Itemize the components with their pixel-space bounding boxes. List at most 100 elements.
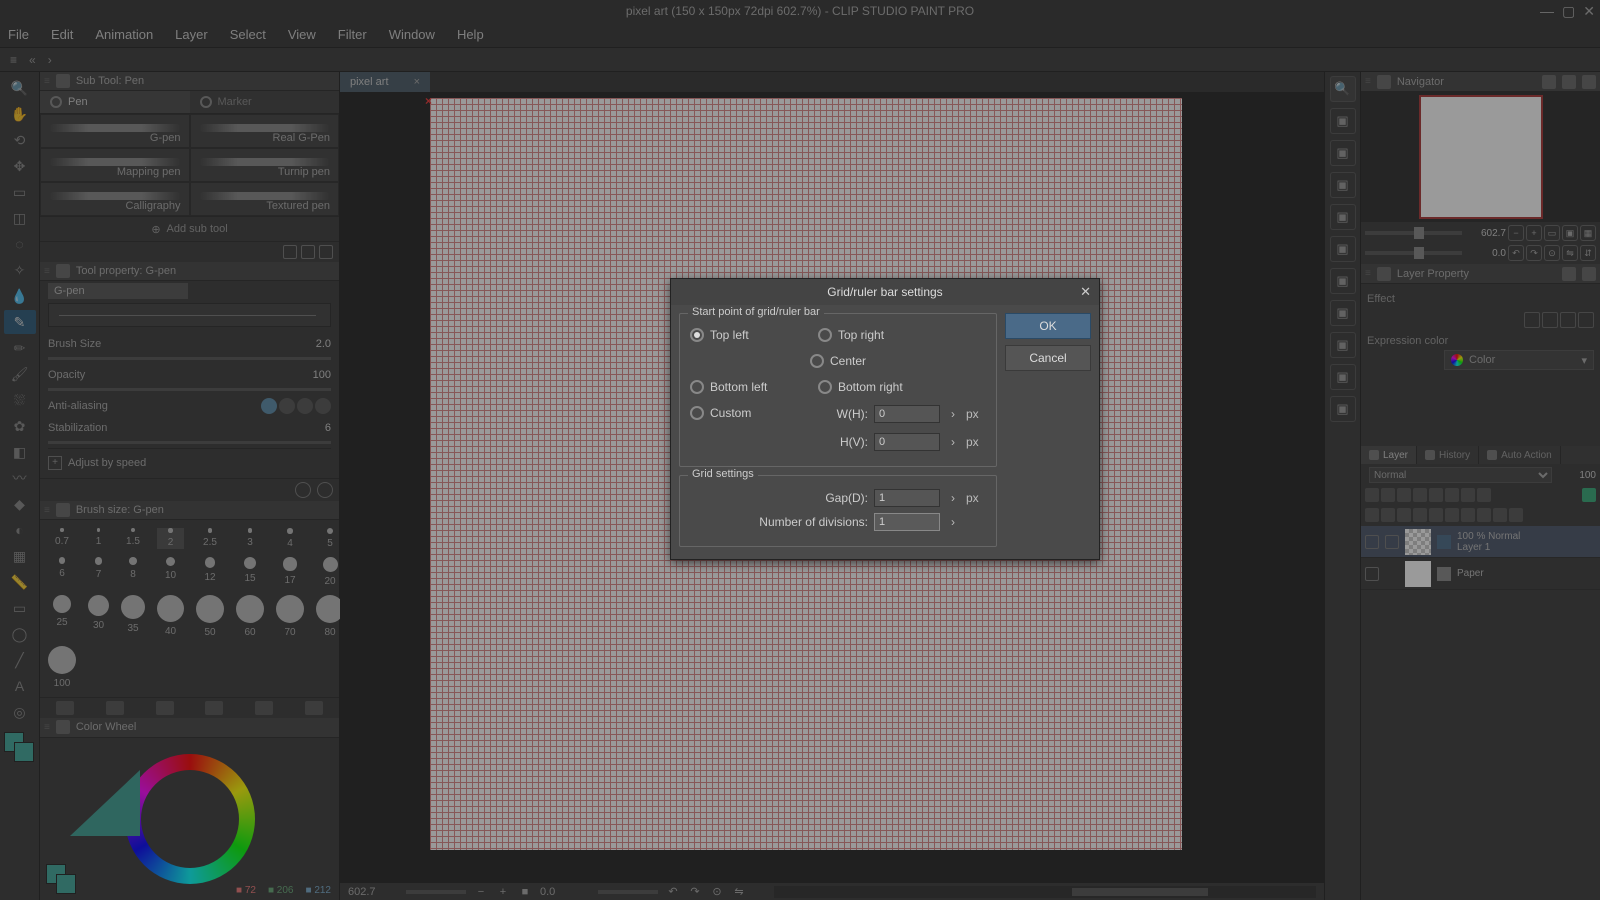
quickaccess-search-icon[interactable]: 🔍 bbox=[1330, 76, 1356, 102]
rp-icon-2[interactable]: ▣ bbox=[1330, 140, 1356, 166]
maximize-icon[interactable]: ▢ bbox=[1562, 3, 1575, 20]
brush-size-35[interactable]: 35 bbox=[121, 595, 145, 638]
radio-top-left[interactable]: Top left bbox=[690, 324, 818, 346]
zoom-slider[interactable] bbox=[406, 890, 466, 894]
lc2-ic10[interactable] bbox=[1509, 508, 1523, 522]
reset-rotation-icon[interactable]: ⊙ bbox=[710, 885, 724, 899]
radio-center[interactable]: Center bbox=[690, 350, 986, 372]
stabilization-value[interactable]: 6 bbox=[325, 422, 331, 434]
ruler-tool-icon[interactable]: 📏 bbox=[4, 570, 36, 594]
operation-tool-icon[interactable]: ▭ bbox=[4, 180, 36, 204]
rp-icon-9[interactable]: ▣ bbox=[1330, 364, 1356, 390]
brush-size-12[interactable]: 12 bbox=[196, 557, 224, 587]
frame-tool-icon[interactable]: ▦ bbox=[4, 544, 36, 568]
lock-icon[interactable] bbox=[1385, 535, 1399, 549]
brush-size-50[interactable]: 50 bbox=[196, 595, 224, 638]
rp-icon-1[interactable]: ▣ bbox=[1330, 108, 1356, 134]
lp-eff-3[interactable] bbox=[1560, 312, 1576, 328]
menu-view[interactable]: View bbox=[288, 27, 316, 42]
nav-zoom-in-icon[interactable]: + bbox=[1526, 225, 1542, 241]
subtool-realgpen[interactable]: Real G-Pen bbox=[190, 114, 340, 148]
lc-ic6[interactable] bbox=[1445, 488, 1459, 502]
subtool-panel-header[interactable]: ≡ Sub Tool: Pen bbox=[40, 72, 339, 91]
nav-rot-ccw-icon[interactable]: ↶ bbox=[1508, 245, 1524, 261]
angle-slider[interactable] bbox=[598, 890, 658, 894]
layer-item-paper[interactable]: Paper bbox=[1361, 558, 1600, 590]
zoom-out-icon[interactable]: − bbox=[474, 885, 488, 899]
nav-zoom-out-icon[interactable]: − bbox=[1508, 225, 1524, 241]
panel-collapse-left-icon[interactable]: ≡ bbox=[6, 53, 21, 67]
menu-file[interactable]: File bbox=[8, 27, 29, 42]
lc-ic7[interactable] bbox=[1461, 488, 1475, 502]
w-input[interactable] bbox=[874, 405, 940, 423]
nav-zoom-100-icon[interactable]: ▣ bbox=[1562, 225, 1578, 241]
blend-tool-icon[interactable]: 〰 bbox=[4, 466, 36, 490]
menu-window[interactable]: Window bbox=[389, 27, 435, 42]
rp-icon-5[interactable]: ▣ bbox=[1330, 236, 1356, 262]
horizontal-scrollbar[interactable] bbox=[774, 886, 1316, 898]
lp-eff-2[interactable] bbox=[1542, 312, 1558, 328]
cancel-button[interactable]: Cancel bbox=[1005, 345, 1091, 371]
minimize-icon[interactable]: — bbox=[1540, 3, 1554, 20]
subtool-textured[interactable]: Textured pen bbox=[190, 182, 340, 216]
lp-eff-4[interactable] bbox=[1578, 312, 1594, 328]
text-tool-icon[interactable]: A bbox=[4, 674, 36, 698]
lc2-ic6[interactable] bbox=[1445, 508, 1459, 522]
brush-size-25[interactable]: 25 bbox=[48, 595, 76, 638]
nav-flip-h-icon[interactable]: ⇋ bbox=[1562, 245, 1578, 261]
expression-color-select[interactable]: Color▾ bbox=[1444, 350, 1594, 370]
dialog-close-icon[interactable]: ✕ bbox=[1080, 284, 1091, 300]
toolprop-panel-header[interactable]: ≡ Tool property: G-pen bbox=[40, 262, 339, 281]
bs-ic6[interactable] bbox=[305, 701, 323, 715]
radio-top-right[interactable]: Top right bbox=[818, 324, 986, 346]
brush-size-1.5[interactable]: 1.5 bbox=[121, 528, 145, 549]
menu-select[interactable]: Select bbox=[230, 27, 266, 42]
lc2-ic5[interactable] bbox=[1429, 508, 1443, 522]
lc-ic2[interactable] bbox=[1381, 488, 1395, 502]
color-wheel[interactable]: ■ 72 ■ 206 ■ 212 bbox=[40, 738, 339, 900]
brush-size-70[interactable]: 70 bbox=[276, 595, 304, 638]
flip-icon[interactable]: ⇋ bbox=[732, 885, 746, 899]
toolprop-detail-icon[interactable] bbox=[317, 482, 333, 498]
chevron-left-icon[interactable]: « bbox=[25, 53, 40, 67]
menu-layer[interactable]: Layer bbox=[175, 27, 208, 42]
gap-input[interactable] bbox=[874, 489, 940, 507]
nav-angle-slider[interactable] bbox=[1365, 251, 1462, 255]
brush-size-60[interactable]: 60 bbox=[236, 595, 264, 638]
subtool-tab-marker[interactable]: Marker bbox=[190, 91, 340, 114]
nav-zoom-fit-icon[interactable]: ▭ bbox=[1544, 225, 1560, 241]
blend-mode-select[interactable]: Normal bbox=[1369, 467, 1552, 483]
divisions-input[interactable] bbox=[874, 513, 940, 531]
lc2-ic7[interactable] bbox=[1461, 508, 1475, 522]
deco-tool-icon[interactable]: ✿ bbox=[4, 414, 36, 438]
div-spin-icon[interactable]: › bbox=[946, 515, 960, 529]
gradient-tool-icon[interactable]: ◐ bbox=[4, 518, 36, 542]
subtool-footer-icon2[interactable] bbox=[301, 245, 315, 259]
navigator-panel-header[interactable]: ≡ Navigator bbox=[1361, 72, 1600, 92]
layer-item-1[interactable]: 100 % NormalLayer 1 bbox=[1361, 526, 1600, 558]
subtool-footer-icon[interactable] bbox=[283, 245, 297, 259]
pencil-tool-icon[interactable]: ✏ bbox=[4, 336, 36, 360]
bs-ic2[interactable] bbox=[106, 701, 124, 715]
subtool-mapping[interactable]: Mapping pen bbox=[40, 148, 190, 182]
rp-icon-8[interactable]: ▣ bbox=[1330, 332, 1356, 358]
move-tool-icon[interactable]: ✥ bbox=[4, 154, 36, 178]
lc-ic1[interactable] bbox=[1365, 488, 1379, 502]
rp-icon-7[interactable]: ▣ bbox=[1330, 300, 1356, 326]
eraser-tool-icon[interactable]: ◧ bbox=[4, 440, 36, 464]
menu-animation[interactable]: Animation bbox=[95, 27, 153, 42]
airbrush-tool-icon[interactable]: ⛆ bbox=[4, 388, 36, 412]
bs-ic3[interactable] bbox=[156, 701, 174, 715]
ok-button[interactable]: OK bbox=[1005, 313, 1091, 339]
lc-ic5[interactable] bbox=[1429, 488, 1443, 502]
eyedropper-tool-icon[interactable]: 💧 bbox=[4, 284, 36, 308]
h-input[interactable] bbox=[874, 433, 940, 451]
opacity-slider[interactable] bbox=[48, 388, 331, 391]
lc-color-icon[interactable] bbox=[1582, 488, 1596, 502]
subtool-footer-icon3[interactable] bbox=[319, 245, 333, 259]
rotate-tool-icon[interactable]: ⟲ bbox=[4, 128, 36, 152]
brush-size-3[interactable]: 3 bbox=[236, 528, 264, 549]
rotate-ccw-icon[interactable]: ↶ bbox=[666, 885, 680, 899]
bs-ic4[interactable] bbox=[205, 701, 223, 715]
nav-h3-icon[interactable] bbox=[1582, 75, 1596, 89]
